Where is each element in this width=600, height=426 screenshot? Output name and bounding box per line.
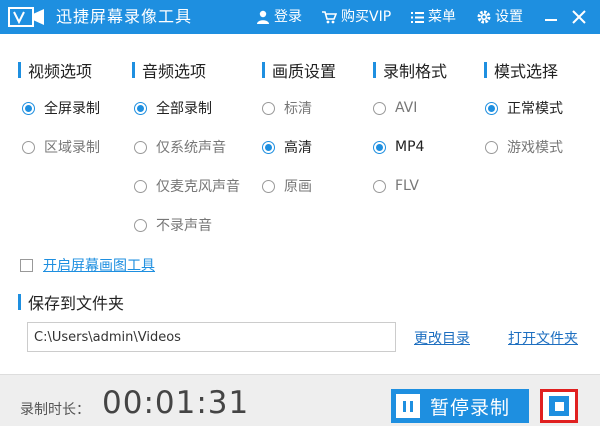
section-accent-bar — [18, 62, 21, 78]
video-options-title: 视频选项 — [28, 62, 93, 81]
quality-option-original[interactable]: 原画 — [262, 176, 312, 196]
mode-option-normal[interactable]: 正常模式 — [485, 98, 563, 118]
menu-icon — [411, 11, 424, 23]
drawing-tool-checkbox[interactable] — [20, 258, 33, 272]
audio-options-heading: 音频选项 — [132, 60, 207, 81]
quality-settings-heading: 画质设置 — [262, 60, 337, 81]
section-accent-bar — [262, 62, 265, 78]
option-label: 标清 — [284, 101, 312, 117]
option-label: AVI — [395, 100, 418, 116]
option-label: 高清 — [284, 140, 312, 156]
close-icon[interactable] — [568, 6, 590, 28]
radio-button[interactable] — [262, 101, 275, 115]
menu-button[interactable]: 菜单 — [411, 6, 456, 28]
radio-button[interactable] — [134, 101, 147, 115]
save-path-input[interactable] — [27, 322, 396, 352]
option-label: 游戏模式 — [507, 140, 563, 156]
save-folder-heading: 保存到文件夹 — [18, 292, 125, 313]
title-bar: 迅捷屏幕录像工具 登录 购买VIP 菜单 设置 — [0, 0, 600, 34]
radio-button[interactable] — [134, 218, 147, 232]
login-button[interactable]: 登录 — [256, 6, 302, 28]
section-accent-bar — [484, 62, 487, 78]
gear-icon — [477, 10, 491, 24]
option-label: 全屏录制 — [44, 101, 100, 117]
option-label: FLV — [395, 178, 419, 194]
radio-button[interactable] — [373, 101, 386, 115]
format-option-mp4[interactable]: MP4 — [373, 137, 424, 157]
quality-settings-title: 画质设置 — [272, 62, 337, 81]
user-icon — [257, 10, 269, 24]
option-label: 仅系统声音 — [156, 140, 226, 156]
mode-select-heading: 模式选择 — [484, 60, 559, 81]
audio-option-all[interactable]: 全部录制 — [134, 98, 212, 118]
option-label: 区域录制 — [44, 140, 100, 156]
change-directory-link[interactable]: 更改目录 — [414, 328, 470, 348]
format-option-avi[interactable]: AVI — [373, 98, 417, 118]
option-label: 全部录制 — [156, 101, 212, 117]
pause-recording-button[interactable]: 暂停录制 — [391, 389, 529, 423]
record-format-title: 录制格式 — [383, 62, 448, 81]
save-folder-title: 保存到文件夹 — [28, 294, 125, 313]
radio-button[interactable] — [373, 140, 386, 154]
audio-option-none[interactable]: 不录声音 — [134, 215, 212, 235]
option-label: 仅麦克风声音 — [156, 179, 240, 195]
cart-icon — [322, 11, 337, 24]
radio-button[interactable] — [485, 140, 498, 154]
buy-vip-button[interactable]: 购买VIP — [322, 6, 391, 28]
radio-button[interactable] — [485, 101, 498, 115]
drawing-tool-label[interactable]: 开启屏幕画图工具 — [43, 255, 155, 275]
section-accent-bar — [373, 62, 376, 78]
format-option-flv[interactable]: FLV — [373, 176, 419, 196]
stop-recording-button[interactable] — [540, 389, 578, 423]
drawing-tool-toggle[interactable]: 开启屏幕画图工具 — [20, 255, 155, 275]
status-footer: 录制时长： 00:01:31 暂停录制 — [0, 374, 600, 426]
audio-option-system[interactable]: 仅系统声音 — [134, 137, 226, 157]
quality-option-hd[interactable]: 高清 — [262, 137, 312, 157]
radio-button[interactable] — [134, 179, 147, 193]
section-accent-bar — [18, 294, 21, 310]
section-accent-bar — [132, 62, 135, 78]
audio-options-title: 音频选项 — [142, 62, 207, 81]
radio-button[interactable] — [373, 179, 386, 193]
pause-icon — [396, 394, 420, 418]
video-options-heading: 视频选项 — [18, 60, 93, 81]
pause-recording-label: 暂停录制 — [430, 397, 511, 419]
duration-label: 录制时长： — [20, 402, 90, 418]
mode-option-game[interactable]: 游戏模式 — [485, 137, 563, 157]
buy-vip-label: 购买VIP — [341, 9, 392, 25]
option-label: MP4 — [395, 139, 425, 155]
record-format-heading: 录制格式 — [373, 60, 448, 81]
radio-button[interactable] — [262, 140, 275, 154]
minimize-icon[interactable] — [540, 6, 562, 28]
quality-option-sd[interactable]: 标清 — [262, 98, 312, 118]
stop-icon — [549, 396, 569, 416]
settings-button[interactable]: 设置 — [477, 6, 523, 28]
menu-label: 菜单 — [428, 9, 456, 25]
option-label: 原画 — [284, 179, 312, 195]
video-option-fullscreen[interactable]: 全屏录制 — [22, 98, 100, 118]
audio-option-mic[interactable]: 仅麦克风声音 — [134, 176, 240, 196]
radio-button[interactable] — [134, 140, 147, 154]
radio-button[interactable] — [262, 179, 275, 193]
app-logo-icon — [8, 7, 44, 27]
radio-button[interactable] — [22, 140, 35, 154]
radio-button[interactable] — [22, 101, 35, 115]
mode-select-title: 模式选择 — [494, 62, 559, 81]
open-folder-link[interactable]: 打开文件夹 — [508, 328, 578, 348]
option-label: 正常模式 — [507, 101, 563, 117]
login-label: 登录 — [274, 9, 302, 25]
option-label: 不录声音 — [156, 218, 212, 234]
duration-value: 00:01:31 — [102, 385, 250, 421]
settings-label: 设置 — [495, 9, 523, 25]
app-title: 迅捷屏幕录像工具 — [56, 7, 193, 26]
video-option-region[interactable]: 区域录制 — [22, 137, 100, 157]
